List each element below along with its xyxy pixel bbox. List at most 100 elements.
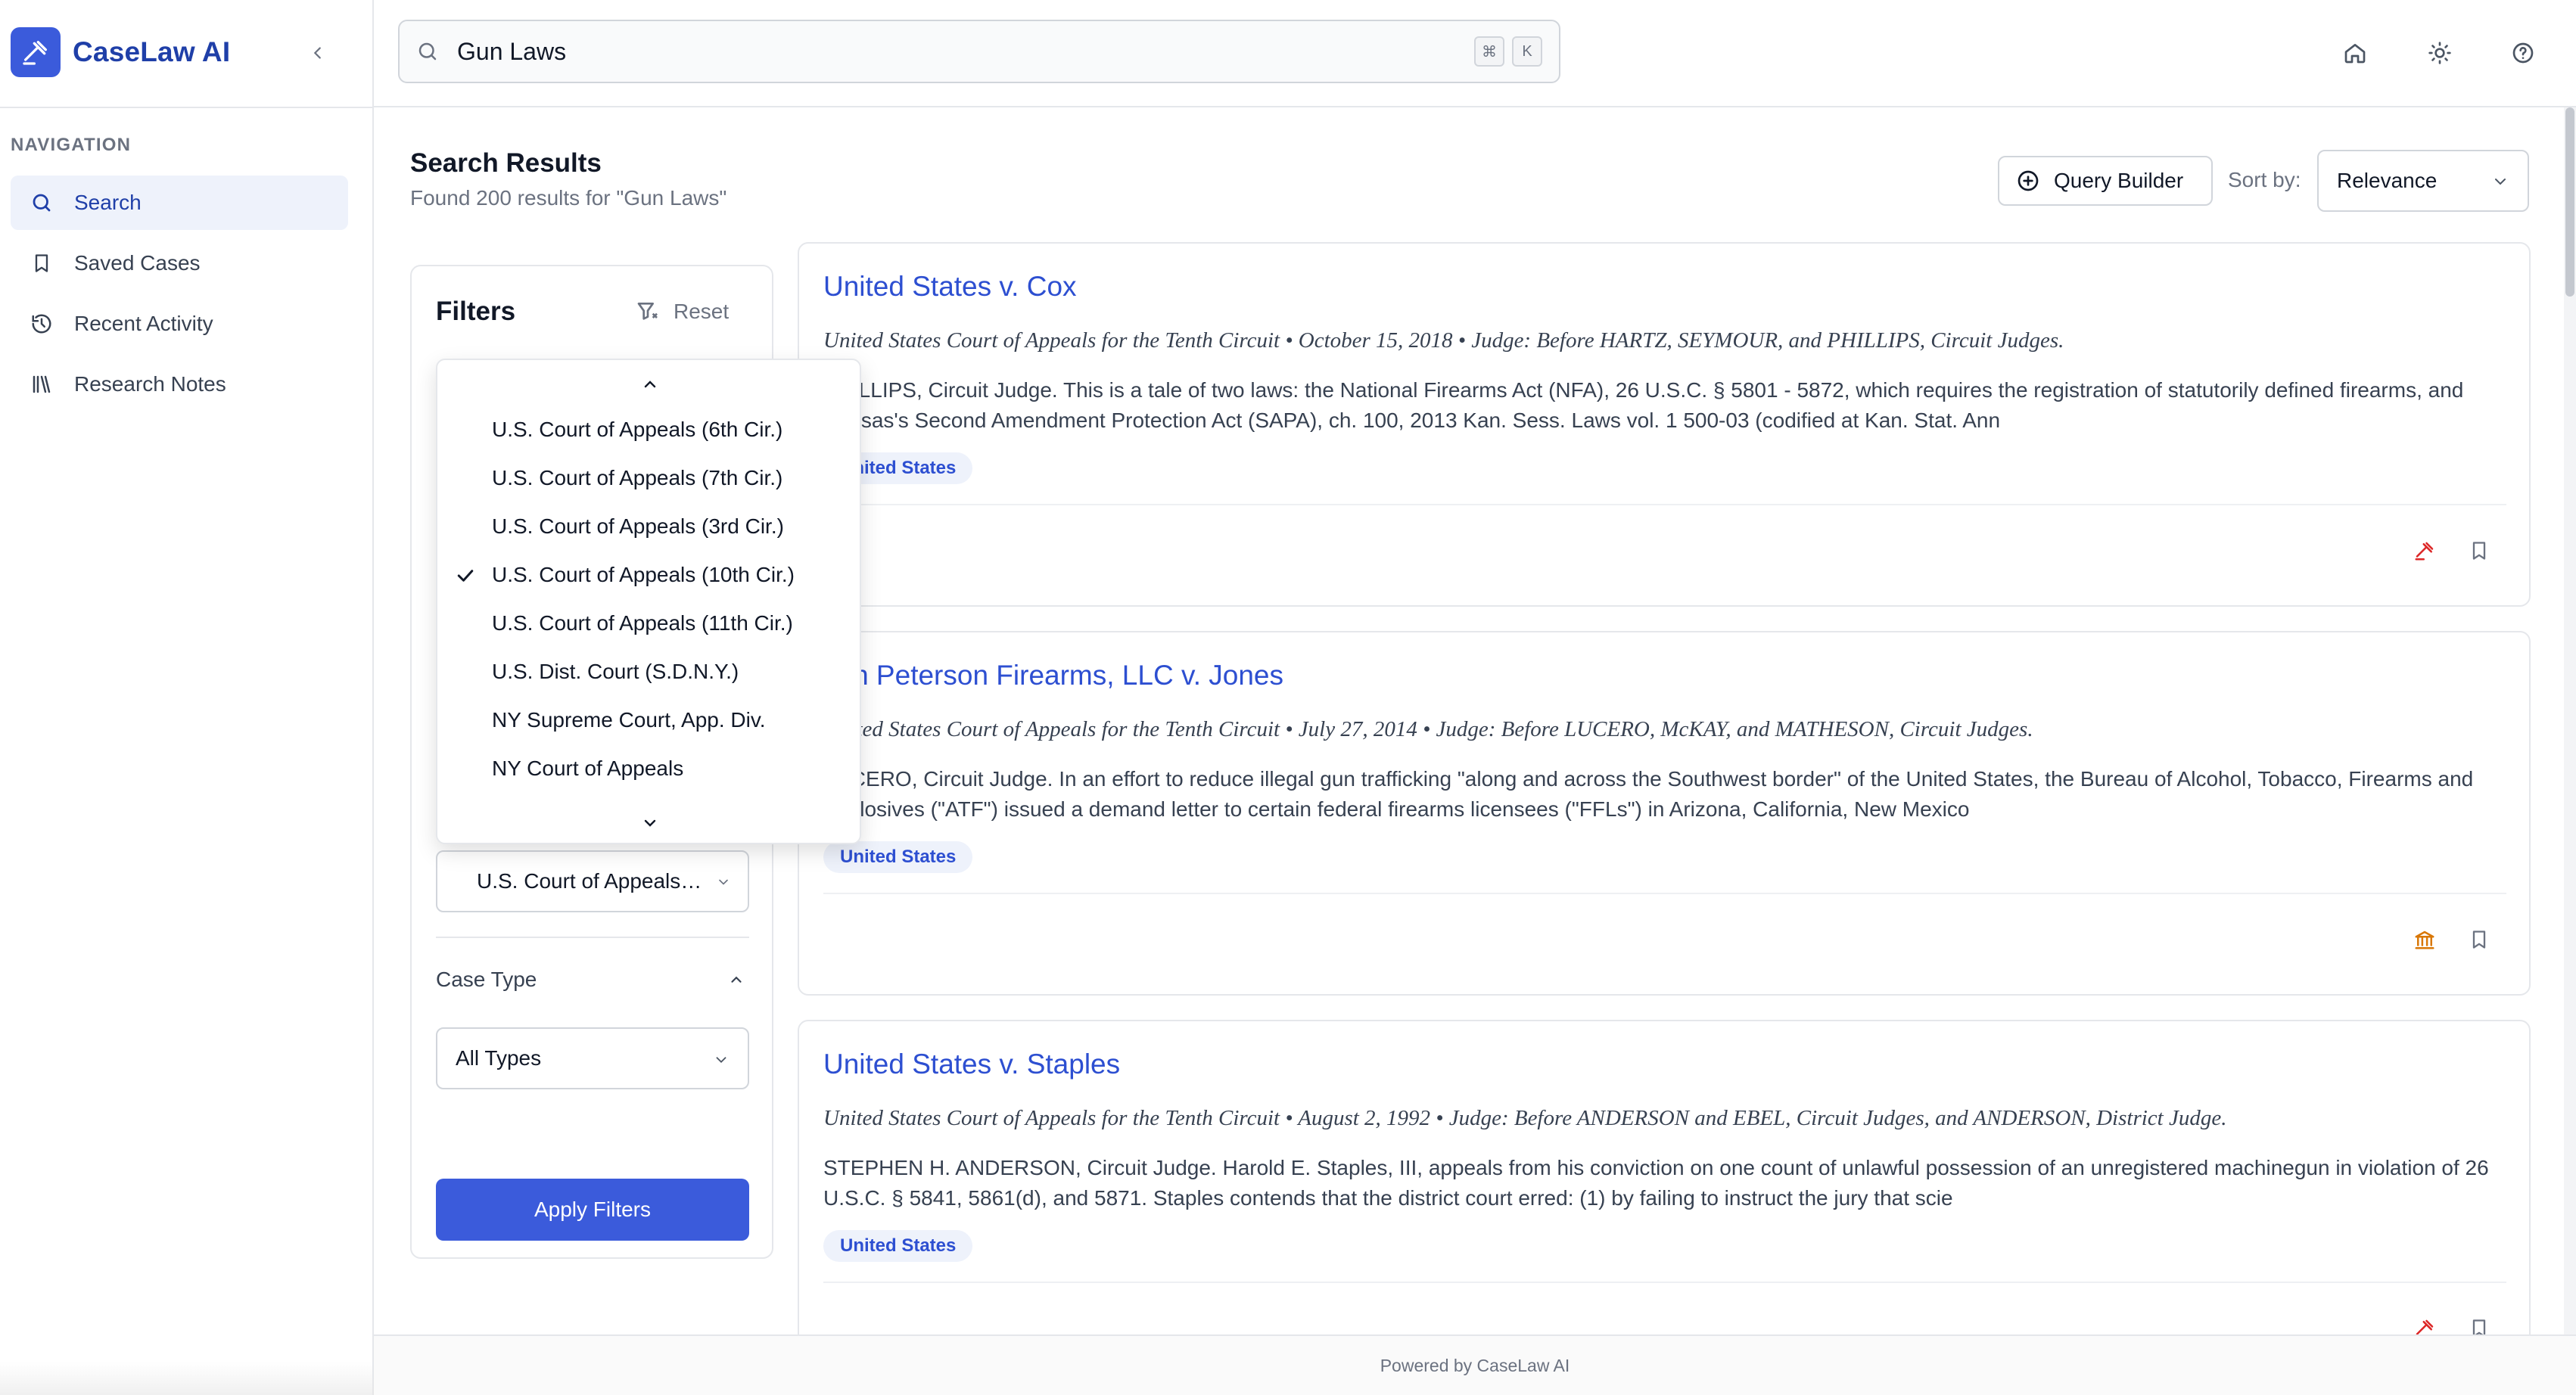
- reset-label: Reset: [674, 300, 730, 323]
- case-card: United States v. Cox United States Court…: [798, 242, 2531, 607]
- case-title-link[interactable]: United States v. Cox: [823, 271, 1077, 303]
- k-key: K: [1512, 36, 1542, 67]
- chevron-up-icon: [644, 381, 656, 388]
- court-option-selected[interactable]: U.S. Court of Appeals (10th Cir.): [437, 551, 860, 599]
- sort-value: Relevance: [2337, 169, 2438, 192]
- footer: Powered by CaseLaw AI: [374, 1334, 2576, 1395]
- court-select[interactable]: U.S. Court of Appeals (10th Cir.): [436, 850, 749, 912]
- scroll-down-button[interactable]: [636, 809, 664, 837]
- card-divider: [823, 893, 2506, 894]
- court-option-label: NY Court of Appeals: [492, 757, 684, 780]
- scrollbar-thumb[interactable]: [2565, 107, 2574, 297]
- bookmark-icon: [29, 250, 54, 276]
- case-type-label: Case Type: [436, 968, 537, 991]
- courthouse-icon: [2415, 931, 2434, 949]
- case-type-toggle[interactable]: Case Type: [436, 961, 749, 999]
- sidebar-item-label: Recent Activity: [74, 312, 213, 335]
- nav-list: Search Saved Cases Recent Activity Resea…: [11, 176, 348, 418]
- keyboard-shortcut: ⌘ K: [1474, 36, 1542, 67]
- bookmark-icon: [2472, 931, 2486, 949]
- case-type-value: All Types: [456, 1046, 542, 1070]
- home-button[interactable]: [2338, 36, 2372, 70]
- court-options-list: U.S. Court of Appeals (6th Cir.) U.S. Co…: [437, 405, 860, 793]
- case-type-select[interactable]: All Types: [436, 1027, 749, 1089]
- court-option[interactable]: NY Supreme Court, App. Div.: [437, 696, 860, 744]
- sidebar-item-recent-activity[interactable]: Recent Activity: [11, 297, 348, 351]
- search-query[interactable]: Gun Laws: [457, 38, 566, 66]
- court-option[interactable]: NY Court of Appeals: [437, 744, 860, 793]
- case-meta: United States Court of Appeals for the T…: [823, 717, 2033, 741]
- sidebar-item-saved-cases[interactable]: Saved Cases: [11, 236, 348, 290]
- court-option[interactable]: U.S. Court of Appeals (7th Cir.): [437, 454, 860, 502]
- case-title-link[interactable]: Jon Peterson Firearms, LLC v. Jones: [823, 660, 1283, 691]
- app-name: CaseLaw AI: [73, 36, 231, 67]
- bookmark-case-button[interactable]: [2464, 536, 2494, 566]
- sidebar: CaseLaw AI NAVIGATION Search Saved Cases…: [0, 0, 374, 1395]
- case-action-button[interactable]: [2410, 536, 2440, 566]
- home-icon: [2344, 44, 2366, 64]
- collapse-sidebar-button[interactable]: [303, 38, 333, 68]
- jurisdiction-badge: United States: [823, 1230, 973, 1262]
- card-divider: [823, 1282, 2506, 1283]
- court-option-label: U.S. Court of Appeals (3rd Cir.): [492, 514, 784, 538]
- sun-icon: [2428, 42, 2451, 64]
- court-option[interactable]: U.S. Court of Appeals (3rd Cir.): [437, 502, 860, 551]
- court-option[interactable]: U.S. Court of Appeals (6th Cir.): [437, 405, 860, 454]
- case-meta: United States Court of Appeals for the T…: [823, 1106, 2227, 1130]
- sidebar-item-label: Search: [74, 191, 142, 214]
- jurisdiction-badge: United States: [823, 841, 973, 873]
- chevron-left-icon: [313, 47, 321, 59]
- scroll-up-button[interactable]: [636, 371, 664, 398]
- court-option[interactable]: U.S. Dist. Court (S.D.N.Y.): [437, 648, 860, 696]
- check-icon: [457, 570, 474, 582]
- case-meta: United States Court of Appeals for the T…: [823, 328, 2064, 353]
- court-option-label: U.S. Court of Appeals (11th Cir.): [492, 611, 793, 635]
- chevron-up-icon: [731, 976, 742, 983]
- chevron-down-icon: [644, 819, 656, 827]
- search-icon: [29, 190, 54, 216]
- sidebar-item-research-notes[interactable]: Research Notes: [11, 357, 348, 412]
- results-count: Found 200 results for "Gun Laws": [410, 186, 727, 210]
- sidebar-item-search[interactable]: Search: [11, 176, 348, 230]
- history-icon: [29, 311, 54, 337]
- search-input[interactable]: Gun Laws ⌘ K: [398, 20, 1560, 83]
- help-button[interactable]: [2506, 36, 2540, 70]
- sort-label: Sort by:: [2228, 168, 2301, 191]
- court-option-label: U.S. Dist. Court (S.D.N.Y.): [492, 660, 739, 683]
- court-option-label: U.S. Court of Appeals (10th Cir.): [492, 563, 795, 586]
- page-title: Search Results: [410, 148, 602, 178]
- filters-title: Filters: [436, 297, 516, 326]
- filters-divider: [436, 937, 749, 938]
- case-snippet: STEPHEN H. ANDERSON, Circuit Judge. Haro…: [823, 1156, 2489, 1210]
- brand[interactable]: CaseLaw AI: [11, 27, 230, 77]
- theme-toggle-button[interactable]: [2423, 36, 2456, 70]
- court-option[interactable]: U.S. Court of Appeals (11th Cir.): [437, 599, 860, 648]
- chevron-down-icon: [716, 1057, 726, 1064]
- apply-filters-button[interactable]: Apply Filters: [436, 1179, 749, 1241]
- library-icon: [29, 371, 54, 397]
- court-option-label: NY Supreme Court, App. Div.: [492, 708, 766, 732]
- bookmark-icon: [2472, 542, 2486, 560]
- topbar: Gun Laws ⌘ K: [374, 0, 2576, 107]
- case-card: Jon Peterson Firearms, LLC v. Jones Unit…: [798, 631, 2531, 996]
- search-icon: [418, 42, 437, 61]
- gavel-icon: [2415, 542, 2434, 561]
- chevron-down-icon: [2495, 179, 2506, 185]
- sidebar-divider: [0, 107, 374, 108]
- command-key: ⌘: [1474, 36, 1504, 67]
- sort-select[interactable]: Relevance: [2317, 150, 2529, 212]
- court-option-label: U.S. Court of Appeals (7th Cir.): [492, 466, 783, 489]
- reset-filters-button[interactable]: Reset: [636, 294, 729, 330]
- sidebar-item-label: Research Notes: [74, 372, 226, 396]
- court-selected-value: U.S. Court of Appeals (10th Cir.): [477, 869, 704, 893]
- nav-heading: NAVIGATION: [11, 135, 132, 155]
- bookmark-case-button[interactable]: [2464, 924, 2494, 955]
- case-snippet: LUCERO, Circuit Judge. In an effort to r…: [823, 767, 2474, 821]
- card-divider: [823, 504, 2506, 505]
- query-builder-button[interactable]: Query Builder: [1998, 156, 2213, 206]
- court-dropdown-menu: U.S. Court of Appeals (6th Cir.) U.S. Co…: [436, 359, 861, 844]
- case-title-link[interactable]: United States v. Staples: [823, 1049, 1120, 1080]
- sidebar-bottom-shadow: [0, 1362, 374, 1395]
- case-action-button[interactable]: [2410, 924, 2440, 955]
- plus-circle-icon: [2018, 170, 2039, 191]
